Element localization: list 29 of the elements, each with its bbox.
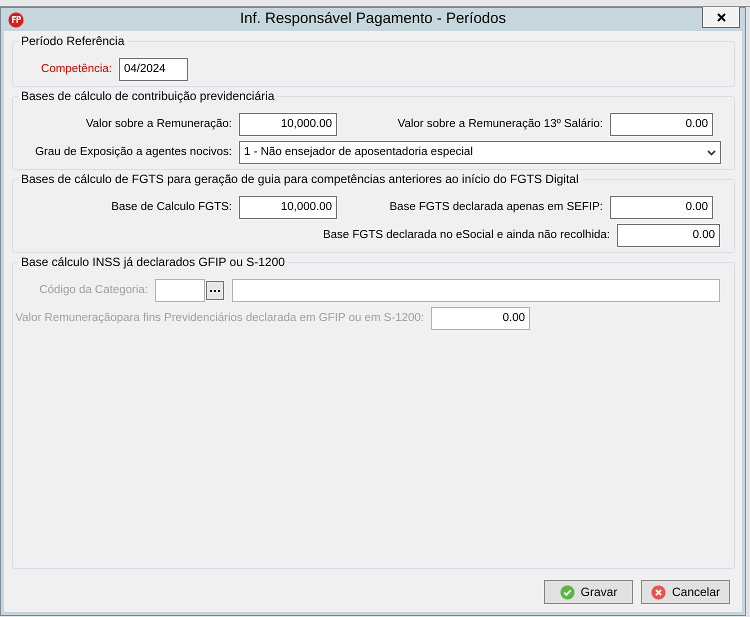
input-field[interactable]: 0.00 bbox=[617, 224, 720, 247]
input-field[interactable]: 10,000.00 bbox=[239, 113, 337, 136]
dropdown[interactable]: 1 - Não ensejador de aposentadoria especial bbox=[239, 141, 721, 164]
save-button[interactable]: Gravar bbox=[544, 580, 633, 604]
field-label: Valor sobre a Remuneração 13º Salário: bbox=[396, 116, 604, 132]
input-field[interactable]: 0.00 bbox=[610, 196, 713, 219]
group-title: Bases de cálculo de contribuição previdenciária bbox=[18, 89, 278, 103]
input-field[interactable]: 0.00 bbox=[610, 113, 713, 136]
input-field[interactable]: 10,000.00 bbox=[239, 196, 337, 219]
field-label: Base de Calculo FGTS: bbox=[110, 200, 233, 215]
group-title: Bases de cálculo de FGTS para geração de guia para competências anteriores ao início do FGTS Digital bbox=[18, 172, 582, 186]
window-title: Inf. Responsável Pagamento - Períodos bbox=[240, 9, 506, 30]
cancel-icon bbox=[650, 584, 666, 600]
field-label: Base FGTS declarada apenas em SEFIP: bbox=[388, 200, 604, 215]
close-icon bbox=[716, 12, 726, 22]
close-button[interactable] bbox=[702, 7, 740, 28]
field-label: Base FGTS declarada no eSocial e ainda não recolhida: bbox=[322, 228, 611, 243]
app-logo-icon bbox=[8, 12, 24, 28]
check-icon bbox=[560, 584, 575, 600]
chevron-down-icon bbox=[707, 150, 716, 156]
field-label: Valor Remuneraçãopara fins Previdenciários declarada em GFIP ou em S-1200: bbox=[14, 310, 425, 326]
group-title: Período Referência bbox=[18, 34, 128, 48]
group-title: Base cálculo INSS já declarados GFIP ou S-1200 bbox=[18, 255, 288, 269]
field-label: Valor sobre a Remuneração: bbox=[84, 116, 233, 132]
field-label: Grau de Exposição a agentes nocivos: bbox=[34, 144, 233, 160]
field-label: Código da Categoria: bbox=[38, 282, 149, 298]
field-label: Competência: bbox=[40, 62, 113, 77]
cancel-button[interactable]: Cancelar bbox=[641, 580, 730, 604]
input-field[interactable]: 04/2024 bbox=[119, 58, 188, 81]
